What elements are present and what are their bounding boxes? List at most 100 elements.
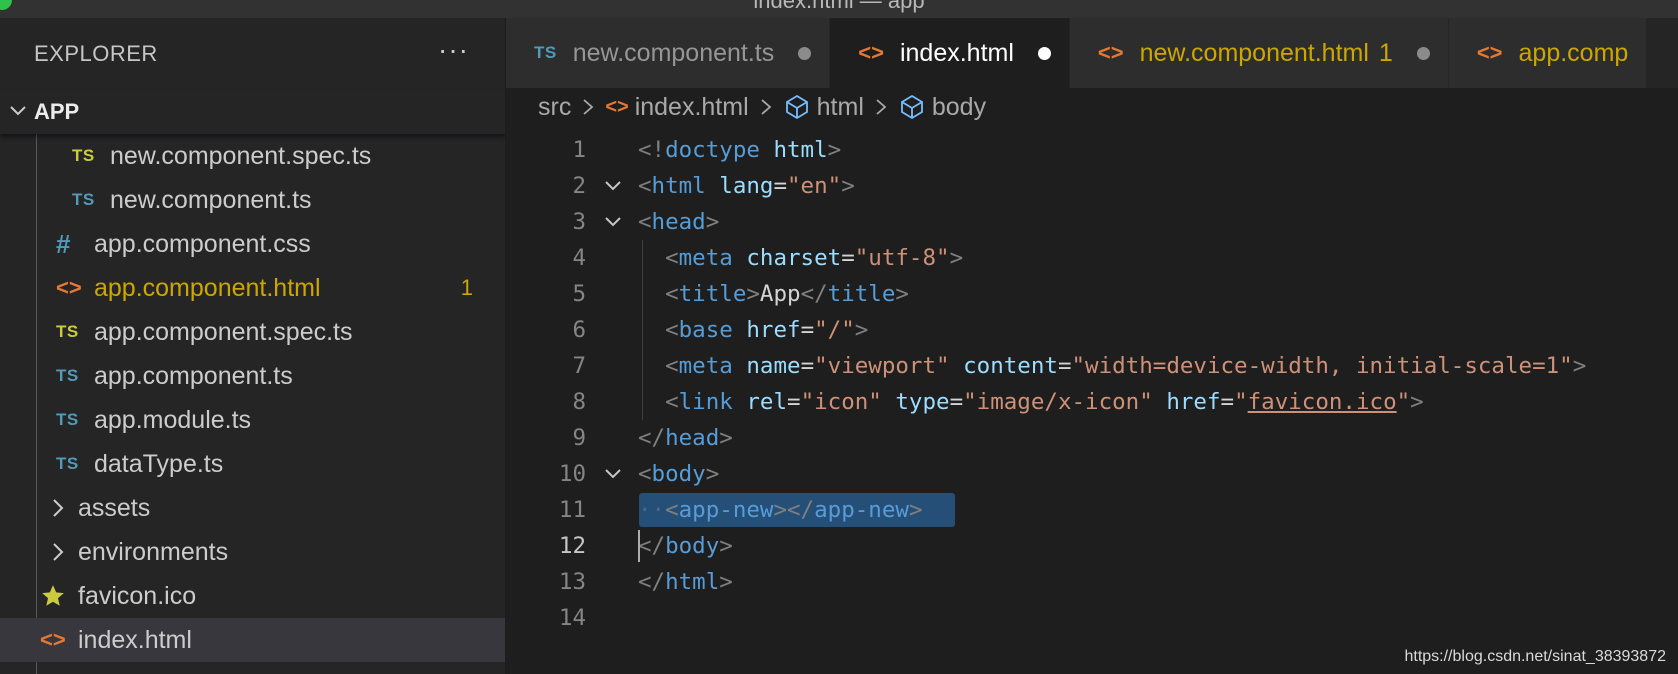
code-text: </body>: [638, 533, 733, 559]
tree-item[interactable]: favicon.ico: [0, 574, 505, 618]
line-number: 2: [572, 173, 586, 199]
code-line[interactable]: 7 <meta name="viewport" content="width=d…: [506, 348, 1678, 384]
editor-tabs: TS new.component.ts <> index.html <> new.comp…: [506, 18, 1678, 88]
code-line[interactable]: 10 <body>: [506, 456, 1678, 492]
fold-chevron-icon[interactable]: [601, 462, 625, 486]
tree-item-label: index.html: [78, 625, 192, 654]
breadcrumb-symbol-html[interactable]: html: [817, 93, 864, 122]
code-token: href: [746, 317, 801, 343]
code-token: charset: [746, 245, 842, 271]
html-file-icon: <>: [56, 275, 82, 300]
code-token: content: [963, 353, 1058, 379]
code-token: <: [638, 173, 652, 199]
typescript-file-icon: TS: [72, 190, 95, 209]
explorer-sidebar: EXPLORER ··· APP TS new.component.spec.ts…: [0, 18, 506, 674]
code-token: body: [651, 461, 706, 487]
code-token: app-new: [678, 497, 774, 523]
code-token: >: [841, 173, 855, 199]
line-number: 3: [572, 209, 586, 235]
breadcrumb-file[interactable]: index.html: [635, 93, 749, 122]
tree-item-label: new.component.ts: [110, 185, 312, 214]
code-line[interactable]: 11 ··<app-new></app-new>: [506, 492, 1678, 528]
tree-item[interactable]: assets: [0, 486, 505, 530]
code-token: =: [800, 353, 815, 379]
code-line[interactable]: 6 <base href="/">: [506, 312, 1678, 348]
code-token: ": [1396, 389, 1411, 415]
editor-tab[interactable]: TS new.component.ts: [506, 18, 831, 88]
tree-item[interactable]: <> app.component.html 1: [0, 266, 505, 310]
unsaved-dot-icon[interactable]: [1037, 46, 1051, 60]
tree-item[interactable]: TS new.component.spec.ts: [0, 134, 505, 178]
chevron-right-icon: [757, 96, 775, 118]
editor-tab[interactable]: <> new.component.html 1: [1069, 18, 1449, 88]
tree-item[interactable]: <> index.html: [0, 618, 505, 662]
code-token: base: [678, 317, 733, 343]
code-token: =: [773, 173, 788, 199]
code-token: =: [949, 389, 964, 415]
tab-label: new.component.ts: [572, 38, 775, 67]
code-line[interactable]: 1 <!doctype html>: [506, 132, 1678, 168]
tree-item[interactable]: TS new.component.ts: [0, 178, 505, 222]
tree-item-label: new.component.spec.ts: [110, 141, 372, 170]
code-token: >: [719, 569, 733, 595]
code-token[interactable]: favicon.ico: [1248, 389, 1397, 415]
explorer-title: EXPLORER: [34, 41, 158, 66]
symbol-element-icon: [783, 93, 811, 121]
tree-item-label: app.component.ts: [94, 361, 293, 390]
tree-item[interactable]: TS dataType.ts: [0, 442, 505, 486]
more-actions-icon[interactable]: ···: [438, 34, 469, 66]
code-token: >: [1572, 353, 1587, 379]
symbol-element-icon: [898, 93, 926, 121]
fold-chevron-icon[interactable]: [601, 174, 625, 198]
workspace-section-header[interactable]: APP: [0, 90, 505, 134]
tree-item[interactable]: TS app.module.ts: [0, 398, 505, 442]
chevron-right-icon: [48, 496, 68, 520]
code-text: <link rel="icon" type="image/x-icon" hre…: [638, 389, 1424, 415]
fold-chevron-icon[interactable]: [601, 210, 625, 234]
unsaved-dot-icon[interactable]: [798, 46, 812, 60]
workspace-title: APP: [34, 99, 80, 124]
tree-item[interactable]: # app.component.css: [0, 222, 505, 266]
code-token: html: [665, 569, 720, 595]
code-token: <: [665, 317, 679, 343]
file-tree: TS new.component.spec.ts TS new.component.t…: [0, 130, 505, 674]
chevron-down-icon: [10, 106, 26, 116]
tree-item[interactable]: TS app.component.spec.ts: [0, 310, 505, 354]
code-text: <title>App</title>: [638, 281, 909, 307]
code-token: "/": [814, 317, 855, 343]
title-bar: index.html — app: [0, 0, 1678, 18]
editor-tab[interactable]: <> app.comp: [1448, 18, 1648, 88]
code-token: =: [800, 317, 815, 343]
tree-item[interactable]: environments: [0, 530, 505, 574]
tree-item[interactable]: TS app.component.ts: [0, 354, 505, 398]
code-token: type: [895, 389, 950, 415]
code-line[interactable]: 2 <html lang="en">: [506, 168, 1678, 204]
code-line[interactable]: 14: [506, 600, 1678, 636]
line-number: 11: [558, 497, 586, 523]
code-token: name: [746, 353, 801, 379]
breadcrumb-symbol-body[interactable]: body: [932, 93, 986, 122]
code-line[interactable]: 5 <title>App</title>: [506, 276, 1678, 312]
tree-item-label: app.component.css: [94, 229, 311, 258]
code-line[interactable]: 3 <head>: [506, 204, 1678, 240]
breadcrumb-folder[interactable]: src: [538, 93, 571, 122]
code-line[interactable]: 9 </head>: [506, 420, 1678, 456]
code-token: <: [665, 497, 679, 523]
code-token: >: [949, 245, 964, 271]
code-token: <: [638, 209, 652, 235]
code-line[interactable]: 13 </html>: [506, 564, 1678, 600]
unsaved-dot-icon[interactable]: [1416, 46, 1430, 60]
code-line[interactable]: 4 <meta charset="utf-8">: [506, 240, 1678, 276]
code-token: =: [787, 389, 801, 415]
code-token: >: [1410, 389, 1424, 415]
code-line[interactable]: 12 </body>: [506, 528, 1678, 564]
chevron-right-icon: [48, 540, 68, 564]
code-line[interactable]: 8 <link rel="icon" type="image/x-icon" h…: [506, 384, 1678, 420]
editor-tab[interactable]: <> index.html: [830, 18, 1070, 88]
